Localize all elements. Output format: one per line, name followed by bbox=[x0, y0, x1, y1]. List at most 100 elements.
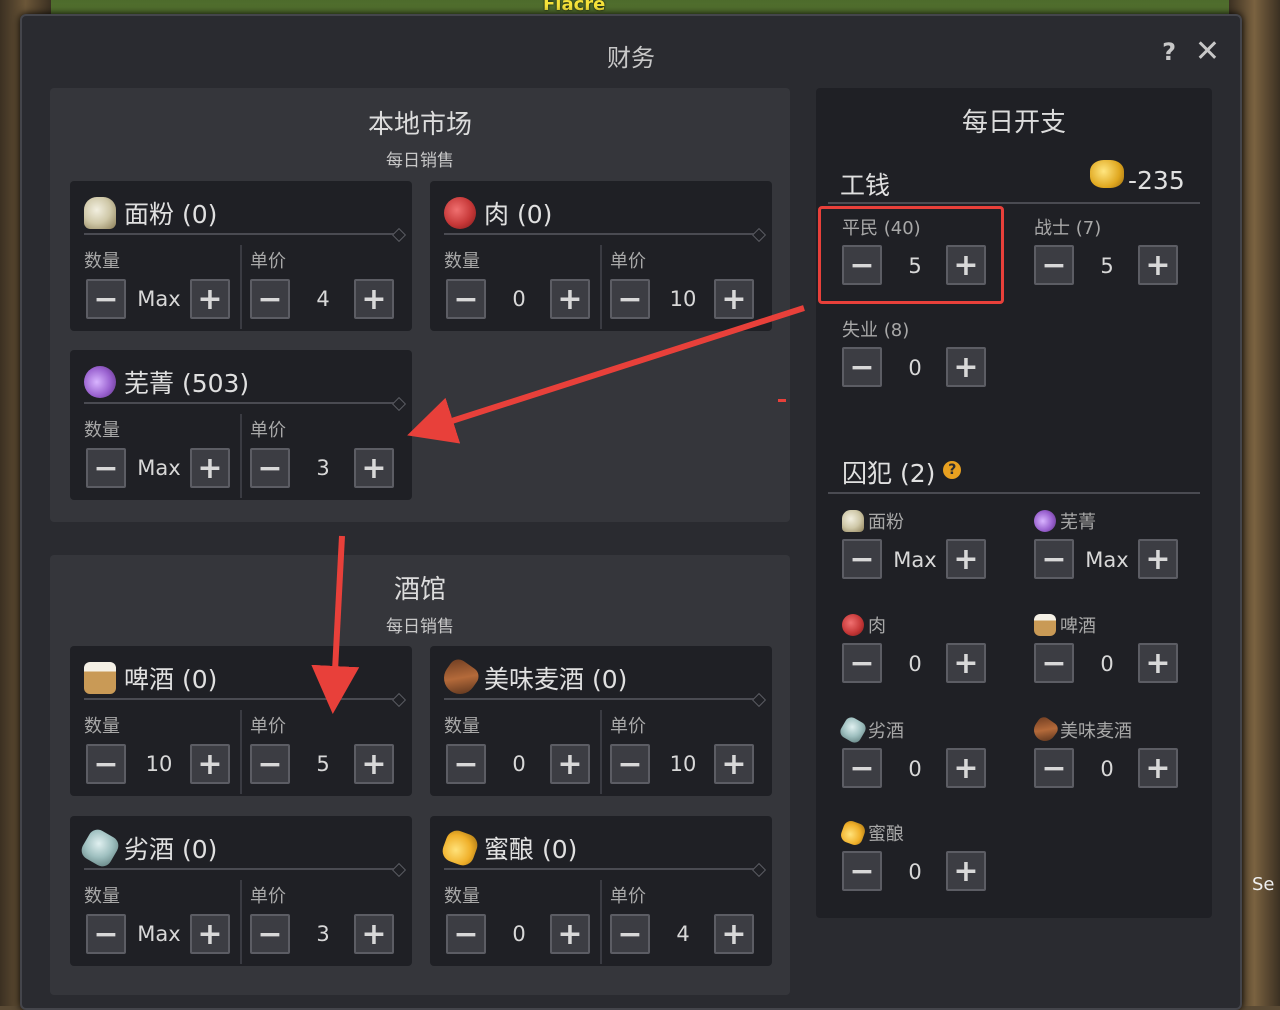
window-title: 财务 bbox=[607, 44, 655, 72]
divider bbox=[84, 233, 404, 235]
price-decrease-button[interactable]: − bbox=[250, 448, 290, 488]
qty-value: 0 bbox=[512, 287, 526, 311]
item-label: 美味麦酒 bbox=[1060, 721, 1132, 742]
meat-icon bbox=[444, 197, 476, 229]
qty-decrease-button[interactable]: − bbox=[446, 279, 486, 319]
price-increase-button[interactable]: + bbox=[354, 744, 394, 784]
qty-label: 数量 bbox=[444, 886, 480, 907]
close-button[interactable]: ✕ bbox=[1195, 34, 1220, 69]
prisoners-help-icon[interactable]: ? bbox=[943, 461, 962, 479]
qty-increase-button[interactable]: + bbox=[190, 448, 230, 488]
help-button[interactable]: ? bbox=[1162, 38, 1176, 66]
card-title: 蜜酿 (0) bbox=[484, 835, 578, 864]
prisoner-item-label: 蜜酿 bbox=[838, 818, 904, 848]
price-label: 单价 bbox=[250, 716, 286, 737]
tavern-card-bad-wine: 劣酒 (0) 数量 单价 − Max + − 3 + bbox=[70, 816, 412, 966]
gold-coins-icon bbox=[1090, 160, 1124, 188]
prisoner-decrease-button[interactable]: − bbox=[1034, 748, 1074, 788]
qty-decrease-button[interactable]: − bbox=[86, 744, 126, 784]
prisoner-increase-button[interactable]: + bbox=[1138, 748, 1178, 788]
prisoner-increase-button[interactable]: + bbox=[1138, 539, 1178, 579]
daily-expenses-title: 每日开支 bbox=[961, 108, 1066, 138]
price-label: 单价 bbox=[250, 886, 286, 907]
wages-label: 工钱 bbox=[840, 171, 891, 200]
prisoner-value: 0 bbox=[908, 652, 922, 676]
price-value: 3 bbox=[316, 456, 330, 480]
qty-decrease-button[interactable]: − bbox=[446, 744, 486, 784]
item-label: 蜜酿 bbox=[868, 824, 904, 845]
wage-increase-button[interactable]: + bbox=[1138, 245, 1178, 285]
mead-icon bbox=[439, 827, 481, 869]
qty-label: 数量 bbox=[84, 420, 120, 441]
qty-increase-button[interactable]: + bbox=[190, 744, 230, 784]
market-card-turnip: 芜菁 (503) 数量 单价 − Max + − 3 + bbox=[70, 350, 412, 500]
price-increase-button[interactable]: + bbox=[714, 279, 754, 319]
price-increase-button[interactable]: + bbox=[354, 914, 394, 954]
tavern-panel: 酒馆 每日销售 啤酒 (0) 数量 单价 − 10 + − 5 + 美味麦酒 (… bbox=[50, 555, 790, 995]
divider bbox=[240, 245, 242, 329]
qty-increase-button[interactable]: + bbox=[550, 914, 590, 954]
wage-decrease-button[interactable]: − bbox=[1034, 245, 1074, 285]
divider bbox=[240, 880, 242, 964]
prisoner-decrease-button[interactable]: − bbox=[842, 851, 882, 891]
prisoner-value: 0 bbox=[908, 860, 922, 884]
divider bbox=[828, 202, 1200, 204]
prisoner-increase-button[interactable]: + bbox=[1138, 643, 1178, 683]
local-market-panel: 本地市场 每日销售 面粉 (0) 数量 单价 − Max + − 4 + 肉 (… bbox=[50, 88, 790, 522]
prisoner-decrease-button[interactable]: − bbox=[842, 643, 882, 683]
price-decrease-button[interactable]: − bbox=[610, 744, 650, 784]
qty-increase-button[interactable]: + bbox=[550, 744, 590, 784]
prisoner-value: 0 bbox=[1100, 652, 1114, 676]
divider bbox=[84, 868, 404, 870]
local-market-subtitle: 每日销售 bbox=[386, 151, 454, 171]
prisoners-label: 囚犯 (2) ? bbox=[842, 454, 962, 490]
wage-increase-button[interactable]: + bbox=[946, 347, 986, 387]
card-title: 面粉 (0) bbox=[124, 200, 218, 229]
price-decrease-button[interactable]: − bbox=[250, 744, 290, 784]
price-decrease-button[interactable]: − bbox=[610, 279, 650, 319]
prisoner-value: Max bbox=[893, 548, 937, 572]
prisoner-item-label: 芜菁 bbox=[1034, 508, 1096, 534]
prisoner-item-label: 面粉 bbox=[842, 508, 904, 534]
prisoner-increase-button[interactable]: + bbox=[946, 748, 986, 788]
price-increase-button[interactable]: + bbox=[714, 914, 754, 954]
price-decrease-button[interactable]: − bbox=[610, 914, 650, 954]
price-label: 单价 bbox=[610, 716, 646, 737]
prisoner-decrease-button[interactable]: − bbox=[842, 539, 882, 579]
wage-value: 5 bbox=[1100, 254, 1114, 278]
tasty-ale-icon bbox=[1029, 714, 1061, 746]
prisoner-decrease-button[interactable]: − bbox=[842, 748, 882, 788]
market-card-flour: 面粉 (0) 数量 单价 − Max + − 4 + bbox=[70, 181, 412, 331]
divider bbox=[240, 414, 242, 498]
prisoner-increase-button[interactable]: + bbox=[946, 643, 986, 683]
qty-label: 数量 bbox=[84, 716, 120, 737]
card-title: 肉 (0) bbox=[484, 200, 553, 229]
divider bbox=[444, 868, 764, 870]
prisoner-increase-button[interactable]: + bbox=[946, 539, 986, 579]
price-decrease-button[interactable]: − bbox=[250, 279, 290, 319]
price-increase-button[interactable]: + bbox=[714, 744, 754, 784]
qty-decrease-button[interactable]: − bbox=[86, 914, 126, 954]
wage-decrease-button[interactable]: − bbox=[842, 347, 882, 387]
qty-value: Max bbox=[137, 922, 181, 946]
price-increase-button[interactable]: + bbox=[354, 448, 394, 488]
prisoner-decrease-button[interactable]: − bbox=[1034, 539, 1074, 579]
qty-decrease-button[interactable]: − bbox=[86, 448, 126, 488]
bad-wine-icon bbox=[837, 714, 869, 746]
qty-increase-button[interactable]: + bbox=[190, 279, 230, 319]
price-value: 10 bbox=[669, 287, 697, 311]
price-decrease-button[interactable]: − bbox=[250, 914, 290, 954]
qty-increase-button[interactable]: + bbox=[550, 279, 590, 319]
qty-label: 数量 bbox=[444, 251, 480, 272]
price-increase-button[interactable]: + bbox=[354, 279, 394, 319]
qty-decrease-button[interactable]: − bbox=[446, 914, 486, 954]
qty-increase-button[interactable]: + bbox=[190, 914, 230, 954]
prisoner-increase-button[interactable]: + bbox=[946, 851, 986, 891]
qty-decrease-button[interactable]: − bbox=[86, 279, 126, 319]
prisoner-decrease-button[interactable]: − bbox=[1034, 643, 1074, 683]
beer-icon bbox=[1034, 614, 1056, 636]
flour-icon bbox=[84, 197, 116, 229]
prisoner-item-label: 肉 bbox=[842, 612, 886, 638]
market-card-meat: 肉 (0) 数量 单价 − 0 + − 10 + bbox=[430, 181, 772, 331]
flour-icon bbox=[842, 510, 864, 532]
